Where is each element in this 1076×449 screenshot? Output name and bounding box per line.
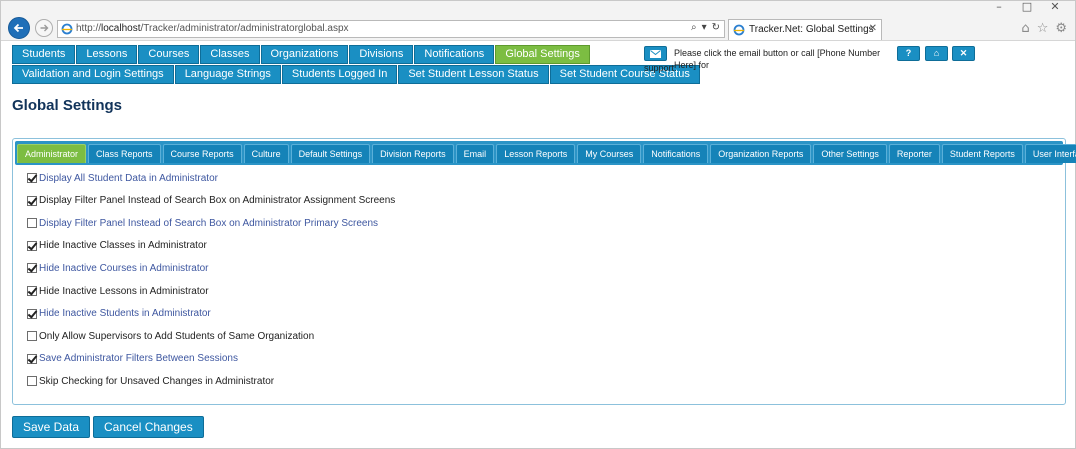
setting-option: Hide Inactive Lessons in Administrator <box>27 284 209 298</box>
nav-students-logged-in[interactable]: Students Logged In <box>281 65 398 84</box>
favorites-star-icon[interactable]: ☆ <box>1037 21 1049 36</box>
tab-student-reports[interactable]: Student Reports <box>941 144 1023 163</box>
setting-checkbox[interactable] <box>27 331 37 342</box>
setting-option: Skip Checking for Unsaved Changes in Adm… <box>27 374 274 388</box>
nav-students[interactable]: Students <box>12 45 76 64</box>
setting-checkbox[interactable] <box>27 263 37 274</box>
support-text: Please click the email button or call [P… <box>674 48 881 70</box>
nav-set-student-lesson-status[interactable]: Set Student Lesson Status <box>398 65 549 84</box>
main-nav-row-2: Validation and Login Settings Language St… <box>12 65 701 84</box>
tab-administrator[interactable]: Administrator <box>17 144 87 163</box>
search-icon[interactable]: ⌕ <box>691 22 697 33</box>
setting-option: Hide Inactive Courses in Administrator <box>27 261 209 275</box>
nav-organizations[interactable]: Organizations <box>260 45 349 64</box>
setting-checkbox[interactable] <box>27 286 37 296</box>
nav-validation-and-login-settings[interactable]: Validation and Login Settings <box>12 65 174 84</box>
tab-organization-reports[interactable]: Organization Reports <box>710 144 812 163</box>
back-button[interactable] <box>8 17 30 39</box>
nav-courses[interactable]: Courses <box>138 45 200 64</box>
back-arrow-icon <box>13 23 23 33</box>
setting-label: Only Allow Supervisors to Add Students o… <box>39 330 315 342</box>
setting-option: Display Filter Panel Instead of Search B… <box>27 216 378 230</box>
browser-chrome: – □ ✕ http://localhost/Tracker/administr… <box>1 1 1075 41</box>
nav-lessons[interactable]: Lessons <box>76 45 138 64</box>
envelope-icon <box>650 49 661 58</box>
setting-label: Hide Inactive Lessons in Administrator <box>39 285 209 297</box>
ie-page-icon <box>61 23 73 35</box>
setting-option: Hide Inactive Students in Administrator <box>27 307 211 321</box>
setting-checkbox[interactable] <box>27 376 37 387</box>
tab-default-settings[interactable]: Default Settings <box>290 144 371 163</box>
settings-tab-bar: Administrator Class Reports Course Reports… <box>15 141 1076 165</box>
refresh-icon[interactable]: ↻ <box>712 22 720 33</box>
setting-option: Hide Inactive Classes in Administrator <box>27 239 207 253</box>
setting-label: Hide Inactive Classes in Administrator <box>39 240 207 252</box>
window-controls: – □ ✕ <box>985 1 1069 15</box>
tab-my-courses[interactable]: My Courses <box>577 144 642 163</box>
support-text-continued: support. <box>644 63 677 73</box>
window-close-button[interactable]: ✕ <box>1041 1 1069 15</box>
setting-checkbox[interactable] <box>27 353 37 364</box>
setting-option: Only Allow Supervisors to Add Students o… <box>27 329 314 343</box>
tab-course-reports[interactable]: Course Reports <box>162 144 242 163</box>
main-nav-row-1: Students Lessons Courses Classes Organizatio… <box>12 45 591 64</box>
nav-language-strings[interactable]: Language Strings <box>174 65 281 84</box>
setting-checkbox[interactable] <box>27 308 37 319</box>
home-button[interactable]: ⌂ <box>925 46 948 61</box>
setting-checkbox[interactable] <box>27 218 37 229</box>
home-icon[interactable]: ⌂ <box>1021 21 1029 36</box>
tab-title: Tracker.Net: Global Settings <box>749 24 874 35</box>
setting-option: Display All Student Data in Administrato… <box>27 171 218 185</box>
tab-reporter[interactable]: Reporter <box>888 144 940 163</box>
nav-classes[interactable]: Classes <box>200 45 260 64</box>
tab-class-reports[interactable]: Class Reports <box>88 144 161 163</box>
setting-option: Display Filter Panel Instead of Search B… <box>27 194 395 208</box>
setting-label[interactable]: Hide Inactive Students in Administrator <box>39 308 211 319</box>
close-button[interactable]: ✕ <box>952 46 975 61</box>
setting-label[interactable]: Display All Student Data in Administrato… <box>39 173 218 184</box>
setting-label[interactable]: Display Filter Panel Instead of Search B… <box>39 218 378 229</box>
setting-checkbox[interactable] <box>27 240 37 251</box>
browser-toolbar: ⌂ ☆ ⚙ <box>1021 21 1067 36</box>
dropdown-icon[interactable]: ▾ <box>702 22 707 33</box>
address-tools: ⌕ ▾ ↻ <box>691 22 720 33</box>
tab-user-interface[interactable]: User Interface <box>1024 144 1076 163</box>
tab-email[interactable]: Email <box>455 144 495 163</box>
nav-divisions[interactable]: Divisions <box>349 45 414 64</box>
address-bar[interactable]: http://localhost/Tracker/administrator/a… <box>57 20 725 38</box>
forward-arrow-icon <box>40 24 49 32</box>
tab-other-settings[interactable]: Other Settings <box>813 144 887 163</box>
support-area: Please click the email button or call [P… <box>644 46 984 76</box>
save-data-button[interactable]: Save Data <box>12 416 91 438</box>
maximize-button[interactable]: □ <box>1013 1 1041 15</box>
page-title: Global Settings <box>12 97 123 114</box>
minimize-button[interactable]: – <box>985 1 1013 15</box>
setting-option: Save Administrator Filters Between Sessi… <box>27 352 238 366</box>
email-button[interactable] <box>644 46 667 61</box>
nav-global-settings[interactable]: Global Settings <box>495 45 590 64</box>
settings-panel: Administrator Class Reports Course Reports… <box>12 138 1076 405</box>
tab-culture[interactable]: Culture <box>243 144 289 163</box>
help-button[interactable]: ? <box>897 46 920 61</box>
cancel-changes-button[interactable]: Cancel Changes <box>93 416 204 438</box>
tab-lesson-reports[interactable]: Lesson Reports <box>496 144 576 163</box>
tab-notifications[interactable]: Notifications <box>643 144 709 163</box>
setting-checkbox[interactable] <box>27 173 37 183</box>
setting-label[interactable]: Save Administrator Filters Between Sessi… <box>39 353 238 364</box>
setting-label: Display Filter Panel Instead of Search B… <box>39 195 396 207</box>
browser-tab[interactable]: Tracker.Net: Global Settings ✕ <box>728 19 882 40</box>
nav-notifications[interactable]: Notifications <box>414 45 495 64</box>
settings-gear-icon[interactable]: ⚙ <box>1055 21 1067 36</box>
tab-close-icon[interactable]: ✕ <box>869 23 877 34</box>
setting-label[interactable]: Hide Inactive Courses in Administrator <box>39 263 209 274</box>
tab-division-reports[interactable]: Division Reports <box>372 144 454 163</box>
setting-checkbox[interactable] <box>27 195 37 206</box>
ie-tab-icon <box>733 24 745 36</box>
setting-label: Skip Checking for Unsaved Changes in Adm… <box>39 375 275 387</box>
browser-window: – □ ✕ http://localhost/Tracker/administr… <box>0 0 1076 449</box>
forward-button[interactable] <box>35 19 53 37</box>
address-url: http://localhost/Tracker/administrator/a… <box>76 23 349 34</box>
